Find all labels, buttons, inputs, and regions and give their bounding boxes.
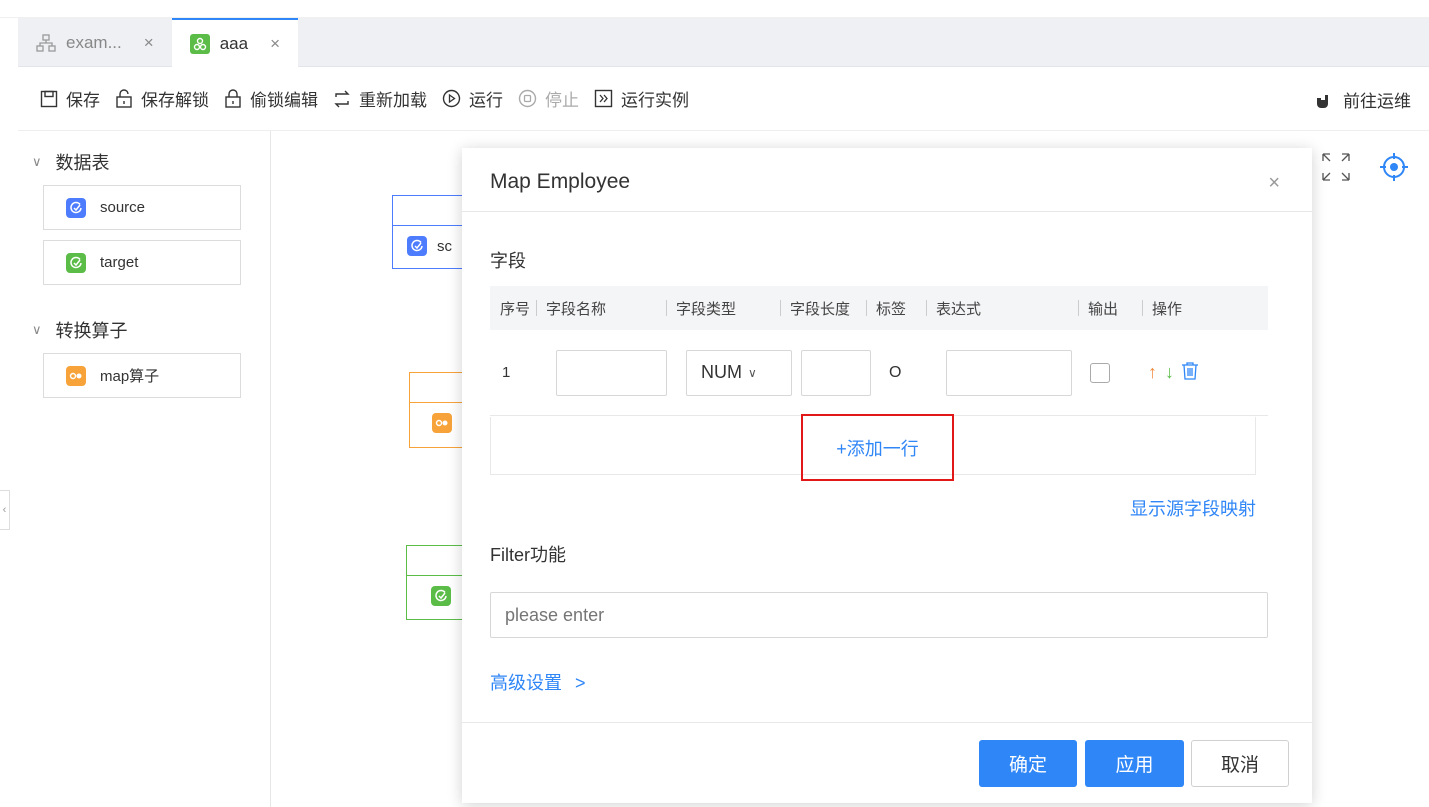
- unlock-icon: [116, 89, 132, 108]
- target-node-icon: [66, 252, 86, 273]
- flow-icon: [36, 33, 56, 52]
- fullscreen-button[interactable]: [1316, 147, 1356, 187]
- tab-label: exam...: [66, 32, 122, 52]
- table-header: 序号 字段名称 字段类型 字段长度 标签 表达式 输出 操作: [490, 286, 1268, 330]
- tab-example[interactable]: exam... ×: [18, 18, 172, 67]
- add-row-button[interactable]: +添加一行: [801, 414, 954, 481]
- section-data-tables[interactable]: ∨ 数据表: [32, 149, 270, 175]
- column-header: 操作: [1142, 298, 1222, 319]
- filter-input[interactable]: [490, 592, 1268, 638]
- sidebar-collapse-handle[interactable]: ‹: [0, 490, 10, 530]
- run-instance-button[interactable]: 运行实例: [594, 86, 689, 111]
- delete-icon[interactable]: [1180, 361, 1200, 385]
- reload-icon: [334, 90, 350, 107]
- column-header: 字段长度: [780, 298, 866, 319]
- section-operators[interactable]: ∨ 转换算子: [32, 317, 270, 343]
- apply-button[interactable]: 应用: [1085, 740, 1184, 787]
- move-down-icon[interactable]: ↓: [1165, 362, 1174, 383]
- source-node-icon: [407, 236, 427, 256]
- canvas-node-source[interactable]: sc: [392, 195, 472, 269]
- fields-label: 字段: [490, 251, 526, 271]
- filter-label: Filter功能: [490, 545, 566, 565]
- save-button[interactable]: 保存: [40, 86, 100, 111]
- chevron-right-icon: >: [575, 673, 586, 693]
- goto-ops-button[interactable]: 前往运维: [1313, 67, 1411, 131]
- locate-button[interactable]: [1374, 147, 1414, 187]
- confirm-button[interactable]: 确定: [979, 740, 1077, 787]
- play-icon: [442, 89, 461, 108]
- sidebar-item-target[interactable]: target: [43, 240, 241, 285]
- save-unlock-button[interactable]: 保存解锁: [115, 86, 209, 111]
- sidebar-item-source[interactable]: source: [43, 185, 241, 230]
- row-actions: ↑ ↓: [1148, 361, 1200, 385]
- column-header: 表达式: [926, 298, 1078, 319]
- steal-lock-edit-button[interactable]: 偷锁编辑: [224, 86, 318, 111]
- reload-button[interactable]: 重新加载: [333, 86, 427, 111]
- canvas-node-map[interactable]: [409, 372, 469, 448]
- move-up-icon[interactable]: ↑: [1148, 362, 1157, 383]
- lock-icon: [225, 89, 241, 108]
- tab-label: aaa: [219, 33, 249, 53]
- field-type-select[interactable]: NUM ∨: [686, 349, 792, 396]
- tab-close-icon[interactable]: ×: [144, 33, 154, 53]
- chevron-down-icon: ∨: [32, 154, 42, 169]
- canvas-node-label: sc: [437, 237, 452, 255]
- canvas-node-target[interactable]: [406, 545, 466, 620]
- save-icon: [40, 90, 58, 107]
- column-header: 序号: [500, 300, 531, 318]
- column-header: 输出: [1078, 298, 1142, 319]
- map-employee-dialog: Map Employee × 字段 序号 字段名称 字段类型 字段长度 标签 表…: [462, 148, 1312, 803]
- tab-close-icon[interactable]: ×: [270, 34, 280, 54]
- target-node-icon: [431, 586, 451, 606]
- dialog-footer-divider: [462, 722, 1312, 723]
- show-source-mapping-link[interactable]: 显示源字段映射: [1130, 495, 1256, 521]
- map-operator-icon: [432, 413, 452, 433]
- row-index: 1: [502, 364, 511, 381]
- tag-value[interactable]: O: [889, 364, 946, 382]
- component-sidebar: ∨ 数据表 source target ∨ 转换算子 map算子: [18, 131, 271, 807]
- map-operator-icon: [66, 365, 86, 386]
- field-name-input[interactable]: [556, 349, 667, 396]
- window-top-strip: [0, 0, 1429, 18]
- expression-input[interactable]: [946, 349, 1072, 396]
- run-instance-icon: [594, 89, 613, 108]
- advanced-settings-link[interactable]: 高级设置 >: [490, 669, 586, 695]
- run-button[interactable]: 运行: [442, 86, 503, 111]
- chevron-down-icon: ∨: [32, 322, 42, 337]
- cancel-button[interactable]: 取消: [1191, 740, 1289, 787]
- dialog-header-divider: [462, 211, 1312, 212]
- column-header: 字段类型: [666, 298, 780, 319]
- tab-bar: exam... × aaa ×: [18, 18, 1429, 67]
- table-row: 1 NUM ∨ O ↑ ↓: [490, 330, 1268, 416]
- toolbar: 保存 保存解锁 偷锁编辑 重新加载 运行 停止 运行实例 前往运维: [18, 67, 1429, 131]
- stop-icon: [518, 89, 537, 108]
- close-icon[interactable]: ×: [1268, 172, 1280, 195]
- fields-table: 序号 字段名称 字段类型 字段长度 标签 表达式 输出 操作 1 NUM ∨ O…: [490, 286, 1268, 416]
- expand-icon: [1322, 153, 1350, 181]
- ops-icon: [1317, 91, 1328, 108]
- field-length-input[interactable]: [801, 349, 871, 396]
- output-checkbox[interactable]: [1090, 362, 1110, 383]
- column-header: 字段名称: [536, 298, 666, 319]
- dialog-title: Map Employee: [490, 170, 631, 193]
- source-node-icon: [66, 197, 86, 218]
- stop-button[interactable]: 停止: [518, 86, 579, 111]
- target-crosshair-icon: [1380, 153, 1408, 181]
- sidebar-item-map-operator[interactable]: map算子: [43, 353, 241, 398]
- pipeline-icon: [189, 33, 210, 54]
- column-header: 标签: [866, 298, 926, 319]
- tab-aaa[interactable]: aaa ×: [171, 18, 298, 67]
- chevron-down-icon: ∨: [748, 365, 757, 380]
